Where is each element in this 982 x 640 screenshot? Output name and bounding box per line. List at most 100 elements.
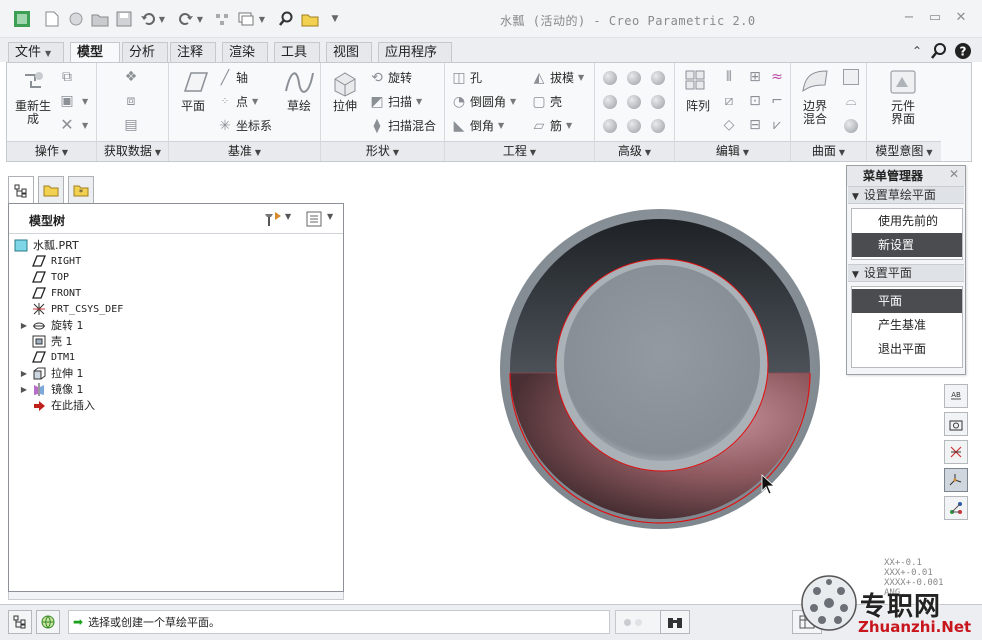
search-icon[interactable] bbox=[276, 9, 296, 29]
menu-section-setup-plane[interactable]: ▼ 设置平面 bbox=[848, 264, 964, 282]
extend-button[interactable]: ⧄ bbox=[721, 93, 740, 109]
round-button[interactable]: ◔ 倒圆角 ▼ bbox=[451, 93, 516, 110]
thicken-button[interactable]: ⌐ bbox=[769, 93, 788, 109]
group-surfaces-footer[interactable]: 曲面 ▼ bbox=[791, 141, 866, 161]
advanced-feature-icon[interactable] bbox=[627, 119, 641, 133]
tree-item-shell[interactable]: 壳 1 bbox=[31, 333, 73, 349]
copy-button[interactable]: ⧉ bbox=[59, 69, 78, 85]
freestyle-icon[interactable] bbox=[844, 119, 858, 133]
menu-item-plane[interactable]: 平面 bbox=[852, 289, 962, 313]
display-csys-button[interactable] bbox=[944, 468, 968, 492]
minimize-icon[interactable]: − bbox=[900, 10, 918, 26]
tree-item-part[interactable]: 水瓢.PRT bbox=[13, 237, 79, 253]
datum-plane-button[interactable]: 平面 bbox=[175, 67, 211, 113]
coordinate-system-button[interactable]: ✳ 坐标系 bbox=[217, 117, 272, 134]
app-logo-icon[interactable] bbox=[12, 9, 32, 29]
datum-point-button[interactable]: ⁘ 点 ▼ bbox=[217, 93, 258, 110]
bowl-model[interactable] bbox=[500, 209, 820, 529]
tab-favorites[interactable]: * bbox=[68, 176, 94, 203]
tree-settings-dropdown-icon[interactable]: ▼ bbox=[285, 212, 291, 221]
close-window-icon[interactable]: ✕ bbox=[952, 10, 970, 26]
component-interface-button[interactable]: 元件 界面 bbox=[881, 67, 925, 126]
menu-item-quit-plane[interactable]: 退出平面 bbox=[852, 337, 962, 361]
user-defined-feature-button[interactable]: ❖ bbox=[123, 69, 142, 85]
curvature-button[interactable]: ≈ bbox=[769, 69, 788, 85]
group-get-data-footer[interactable]: 获取数据 ▼ bbox=[97, 141, 168, 161]
menu-item-make-datum[interactable]: 产生基准 bbox=[852, 313, 962, 337]
group-datum-footer[interactable]: 基准 ▼ bbox=[169, 141, 320, 161]
project-button[interactable]: ⊟ bbox=[747, 117, 766, 133]
pattern-button[interactable]: 阵列 bbox=[681, 67, 715, 113]
tree-settings-icon[interactable] bbox=[263, 210, 283, 228]
group-engineering-footer[interactable]: 工程 ▼ bbox=[445, 141, 594, 161]
tab-analysis[interactable]: 分析 bbox=[122, 42, 168, 62]
save-icon[interactable] bbox=[114, 9, 134, 29]
tab-render[interactable]: 渲染 bbox=[222, 42, 268, 62]
display-datum-planes-button[interactable] bbox=[944, 412, 968, 436]
expand-arrow-icon[interactable]: ▶ bbox=[19, 321, 29, 330]
redo-dropdown-icon[interactable]: ▼ bbox=[194, 9, 206, 29]
group-shapes-footer[interactable]: 形状 ▼ bbox=[321, 141, 444, 161]
toggle-browser-button[interactable] bbox=[36, 610, 60, 634]
advanced-feature-icon[interactable] bbox=[651, 119, 665, 133]
menu-section-setup-sketch-plane[interactable]: ▼ 设置草绘平面 bbox=[848, 186, 964, 204]
display-annotations-button[interactable]: AB bbox=[944, 384, 968, 408]
restore-icon[interactable]: ▭ bbox=[926, 10, 944, 26]
tab-view[interactable]: 视图 bbox=[326, 42, 372, 62]
tab-file[interactable]: 文件 ▼ bbox=[8, 42, 64, 62]
delete-button[interactable]: ✕ ▼ bbox=[59, 117, 88, 133]
sketch-button[interactable]: 草绘 bbox=[281, 67, 317, 113]
tab-annotate[interactable]: 注释 bbox=[170, 42, 216, 62]
advanced-feature-icon[interactable] bbox=[603, 119, 617, 133]
undo-icon[interactable] bbox=[138, 9, 158, 29]
help-icon[interactable]: ? bbox=[954, 42, 972, 60]
regenerate-button[interactable]: 重新生 成 bbox=[13, 67, 53, 126]
copy-geometry-button[interactable]: ⧈ bbox=[123, 93, 142, 109]
advanced-feature-icon[interactable] bbox=[627, 71, 641, 85]
open-folder-icon[interactable] bbox=[90, 9, 110, 29]
tree-show-icon[interactable] bbox=[305, 210, 323, 228]
expand-arrow-icon[interactable]: ▶ bbox=[19, 385, 29, 394]
chamfer-button[interactable]: ◣ 倒角 ▼ bbox=[451, 117, 505, 134]
tab-tools[interactable]: 工具 bbox=[274, 42, 320, 62]
tree-item-top[interactable]: TOP bbox=[31, 269, 69, 285]
group-model-intent-footer[interactable]: 模型意图 ▼ bbox=[867, 141, 941, 161]
shell-button[interactable]: ▢ 壳 bbox=[531, 93, 562, 110]
tree-item-insert-here[interactable]: 在此插入 bbox=[31, 397, 95, 413]
extrude-button[interactable]: 拉伸 bbox=[327, 67, 363, 113]
advanced-feature-icon[interactable] bbox=[651, 71, 665, 85]
tab-model-tree[interactable] bbox=[8, 176, 34, 205]
shrinkwrap-button[interactable]: ▤ bbox=[123, 117, 142, 133]
group-operations-footer[interactable]: 操作 ▼ bbox=[7, 141, 96, 161]
windows-dropdown-icon[interactable]: ▼ bbox=[256, 9, 268, 29]
menu-item-new-setup[interactable]: 新设置 bbox=[852, 233, 962, 257]
tab-model[interactable]: 模型 bbox=[70, 42, 120, 63]
menu-item-use-previous[interactable]: 使用先前的 bbox=[852, 209, 962, 233]
tab-applications[interactable]: 应用程序 bbox=[378, 42, 452, 62]
tree-item-extrude[interactable]: ▶ 拉伸 1 bbox=[19, 365, 84, 381]
draft-button[interactable]: ◭ 拔模 ▼ bbox=[531, 69, 585, 86]
customize-toolbar-icon[interactable]: ▼ bbox=[328, 9, 342, 29]
tree-item-csys[interactable]: PRT_CSYS_DEF bbox=[31, 301, 123, 317]
swept-blend-button[interactable]: ⧫ 扫描混合 bbox=[369, 117, 436, 134]
tree-item-revolve[interactable]: ▶ 旋转 1 bbox=[19, 317, 84, 333]
open-file-icon[interactable] bbox=[66, 9, 86, 29]
regenerate-icon[interactable] bbox=[212, 9, 232, 29]
revolve-button[interactable]: ⟲ 旋转 bbox=[369, 69, 412, 86]
tab-folder-browser[interactable] bbox=[38, 176, 64, 203]
sweep-button[interactable]: ◩ 扫描 ▼ bbox=[369, 93, 422, 110]
hole-button[interactable]: ◫ 孔 bbox=[451, 69, 482, 86]
find-button[interactable] bbox=[660, 610, 690, 634]
group-advanced-footer[interactable]: 高级 ▼ bbox=[595, 141, 674, 161]
redo-icon[interactable] bbox=[176, 9, 196, 29]
collapse-ribbon-icon[interactable]: ⌃ bbox=[908, 42, 926, 60]
paste-button[interactable]: ▣ ▼ bbox=[59, 93, 88, 109]
set-working-dir-icon[interactable] bbox=[300, 9, 320, 29]
advanced-feature-icon[interactable] bbox=[603, 95, 617, 109]
mirror-button[interactable]: ⫴ bbox=[721, 69, 740, 85]
trim-button[interactable]: ⊡ bbox=[747, 93, 766, 109]
merge-button[interactable]: ⊞ bbox=[747, 69, 766, 85]
windows-icon[interactable] bbox=[236, 9, 256, 29]
undo-dropdown-icon[interactable]: ▼ bbox=[156, 9, 168, 29]
tree-item-dtm1[interactable]: DTM1 bbox=[31, 349, 75, 365]
